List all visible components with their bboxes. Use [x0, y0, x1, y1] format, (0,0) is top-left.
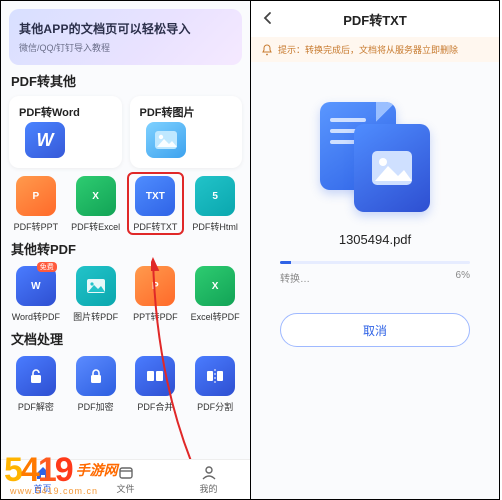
conversion-graphic	[320, 102, 430, 212]
pdf-to-image-card[interactable]: PDF转图片	[130, 96, 243, 168]
image-icon	[146, 122, 186, 158]
header-bar: PDF转TXT	[251, 1, 499, 37]
pdf-to-txt[interactable]: TXT PDF转TXT	[129, 176, 183, 233]
pdf-to-word-card[interactable]: PDF转Word W	[9, 96, 122, 168]
image-doc-icon	[354, 124, 430, 212]
nav-home[interactable]: 首页	[1, 460, 84, 499]
pdf-split[interactable]: PDF分割	[188, 356, 242, 413]
section-title-pdf-to-other: PDF转其他	[11, 71, 240, 90]
cell-label: PDF解密	[18, 400, 54, 413]
excel-icon: X	[195, 266, 235, 306]
filename-label: 1305494.pdf	[339, 232, 411, 247]
cell-label: Word转PDF	[12, 310, 60, 323]
tip-text: 转换完成后，文档将从服务器立即删除	[305, 45, 458, 55]
person-icon	[201, 465, 217, 481]
nav-label: 我的	[199, 482, 217, 495]
ppt-icon: P	[16, 176, 56, 216]
cell-label: PDF分割	[197, 400, 233, 413]
banner-title: 其他APP的文档页可以轻松导入	[19, 20, 232, 37]
cell-label: PDF合并	[137, 400, 173, 413]
tip-bar: 提示：转换完成后，文档将从服务器立即删除	[251, 37, 499, 62]
import-banner[interactable]: 其他APP的文档页可以轻松导入 微信/QQ/钉钉导入教程	[9, 9, 242, 65]
pdf-encrypt[interactable]: PDF加密	[69, 356, 123, 413]
progress-bar	[280, 261, 470, 264]
progress-status: 转换…	[280, 270, 310, 285]
files-icon	[118, 465, 134, 481]
ppt-to-pdf[interactable]: P PPT转PDF	[129, 266, 183, 323]
bottom-nav: 首页 文件 我的	[1, 459, 250, 499]
left-phone-screen: 其他APP的文档页可以轻松导入 微信/QQ/钉钉导入教程 PDF转其他 PDF转…	[0, 0, 250, 500]
word-icon: W	[25, 122, 65, 158]
cell-label: 图片转PDF	[73, 310, 118, 323]
nav-me[interactable]: 我的	[167, 460, 250, 499]
cancel-button[interactable]: 取消	[280, 313, 470, 347]
word-icon: W	[16, 266, 56, 306]
cell-label: PPT转PDF	[133, 310, 178, 323]
section-title-other-to-pdf: 其他转PDF	[11, 239, 240, 258]
bell-icon	[261, 44, 273, 56]
cell-label: PDF加密	[78, 400, 114, 413]
pdf-to-excel[interactable]: X PDF转Excel	[69, 176, 123, 233]
card-label: PDF转图片	[140, 104, 235, 120]
banner-sub: 微信/QQ/钉钉导入教程	[19, 41, 232, 54]
cell-label: PDF转PPT	[14, 220, 59, 233]
free-badge: 免费	[37, 262, 57, 272]
pdf-merge[interactable]: PDF合并	[129, 356, 183, 413]
page-title: PDF转TXT	[279, 10, 471, 29]
excel-to-pdf[interactable]: X Excel转PDF	[188, 266, 242, 323]
card-label: PDF转Word	[19, 104, 114, 120]
cell-label: Excel转PDF	[191, 310, 240, 323]
image-icon	[76, 266, 116, 306]
progress-percent: 6%	[456, 270, 470, 285]
ppt-icon: P	[135, 266, 175, 306]
cell-label: PDF转Excel	[71, 220, 120, 233]
pdf-to-ppt[interactable]: P PDF转PPT	[9, 176, 63, 233]
nav-files[interactable]: 文件	[84, 460, 167, 499]
lock-icon	[76, 356, 116, 396]
tip-prefix: 提示：	[278, 45, 305, 55]
right-phone-screen: PDF转TXT 提示：转换完成后，文档将从服务器立即删除 1305494.pdf…	[250, 0, 500, 500]
word-to-pdf[interactable]: 免费 W Word转PDF	[9, 266, 63, 323]
nav-label: 文件	[116, 482, 134, 495]
cell-label: PDF转Html	[192, 220, 238, 233]
split-icon	[195, 356, 235, 396]
html-icon: 5	[195, 176, 235, 216]
chevron-left-icon	[261, 11, 275, 25]
nav-label: 首页	[33, 482, 51, 495]
image-to-pdf[interactable]: 图片转PDF	[69, 266, 123, 323]
home-icon	[35, 465, 51, 481]
pdf-to-html[interactable]: 5 PDF转Html	[188, 176, 242, 233]
pdf-decrypt[interactable]: PDF解密	[9, 356, 63, 413]
excel-icon: X	[76, 176, 116, 216]
merge-icon	[135, 356, 175, 396]
unlock-icon	[16, 356, 56, 396]
highlight-box	[127, 172, 185, 235]
back-button[interactable]	[261, 9, 279, 30]
section-title-doc-process: 文档处理	[11, 329, 240, 348]
